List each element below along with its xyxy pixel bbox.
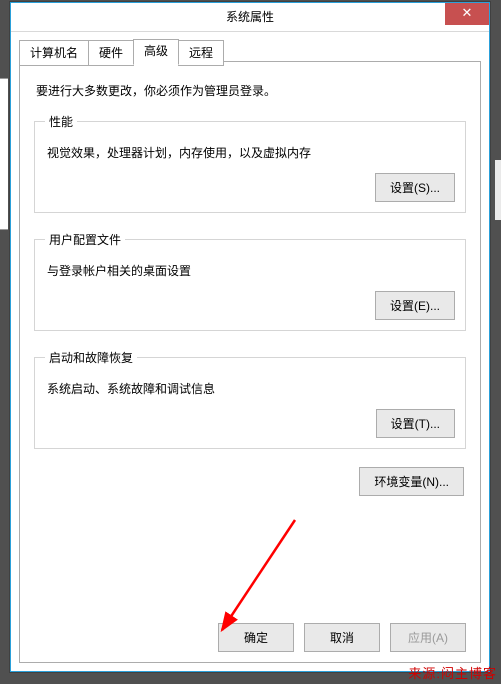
background-window-strip bbox=[0, 78, 8, 230]
group-performance-desc: 视觉效果，处理器计划，内存使用，以及虚拟内存 bbox=[47, 144, 453, 161]
tab-computer-name[interactable]: 计算机名 bbox=[19, 40, 89, 66]
tab-remote[interactable]: 远程 bbox=[178, 40, 224, 66]
tab-strip: 计算机名 硬件 高级 远程 bbox=[19, 39, 481, 65]
apply-button[interactable]: 应用(A) bbox=[390, 623, 466, 652]
window-title: 系统属性 bbox=[11, 3, 489, 31]
group-user-profiles: 用户配置文件 与登录帐户相关的桌面设置 设置(E)... bbox=[34, 231, 466, 331]
background-window-strip-right bbox=[495, 160, 501, 220]
environment-variables-button[interactable]: 环境变量(N)... bbox=[359, 467, 464, 496]
tab-hardware[interactable]: 硬件 bbox=[88, 40, 134, 66]
group-startup-recovery-desc: 系统启动、系统故障和调试信息 bbox=[47, 380, 453, 397]
close-button[interactable]: ✕ bbox=[445, 3, 489, 25]
group-user-profiles-desc: 与登录帐户相关的桌面设置 bbox=[47, 262, 453, 279]
group-startup-recovery-legend: 启动和故障恢复 bbox=[45, 349, 137, 366]
tab-advanced[interactable]: 高级 bbox=[133, 39, 179, 65]
watermark-text: 来源:闷主博客 bbox=[408, 663, 497, 682]
group-performance-legend: 性能 bbox=[45, 113, 77, 130]
admin-notice: 要进行大多数更改，你必须作为管理员登录。 bbox=[36, 82, 466, 99]
dialog-button-row: 确定 取消 应用(A) bbox=[218, 623, 466, 652]
user-profiles-settings-button[interactable]: 设置(E)... bbox=[375, 291, 455, 320]
performance-settings-button[interactable]: 设置(S)... bbox=[375, 173, 455, 202]
dialog-content: 计算机名 硬件 高级 远程 要进行大多数更改，你必须作为管理员登录。 性能 视觉… bbox=[19, 39, 481, 663]
group-user-profiles-legend: 用户配置文件 bbox=[45, 231, 125, 248]
ok-button[interactable]: 确定 bbox=[218, 623, 294, 652]
system-properties-dialog: 系统属性 ✕ 计算机名 硬件 高级 远程 要进行大多数更改，你必须作为管理员登录… bbox=[10, 2, 490, 672]
close-icon: ✕ bbox=[462, 5, 473, 20]
startup-recovery-settings-button[interactable]: 设置(T)... bbox=[376, 409, 455, 438]
tab-panel-advanced: 要进行大多数更改，你必须作为管理员登录。 性能 视觉效果，处理器计划，内存使用，… bbox=[19, 61, 481, 663]
cancel-button[interactable]: 取消 bbox=[304, 623, 380, 652]
group-startup-recovery: 启动和故障恢复 系统启动、系统故障和调试信息 设置(T)... bbox=[34, 349, 466, 449]
group-performance: 性能 视觉效果，处理器计划，内存使用，以及虚拟内存 设置(S)... bbox=[34, 113, 466, 213]
titlebar: 系统属性 ✕ bbox=[11, 3, 489, 32]
